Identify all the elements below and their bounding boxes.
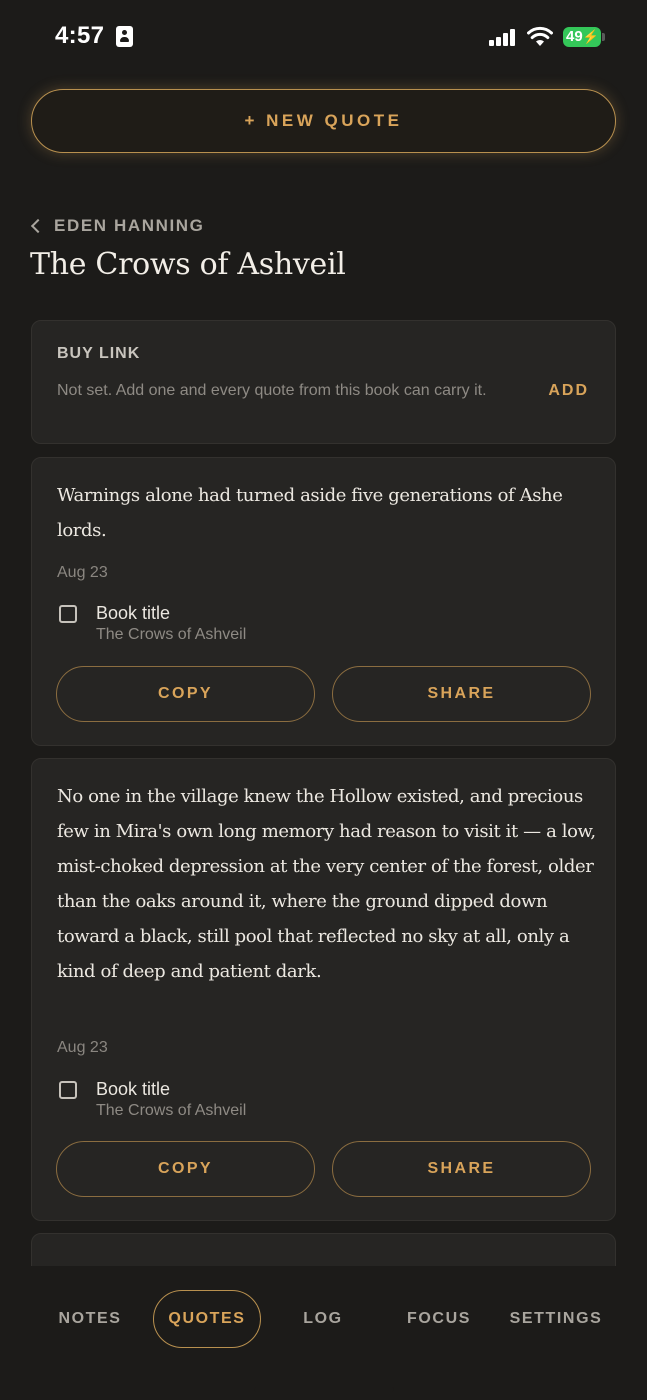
book-title-toggle[interactable]: Book title The Crows of Ashveil — [59, 602, 246, 646]
buy-link-card: BUY LINK Not set. Add one and every quot… — [31, 320, 616, 444]
buy-link-heading: BUY LINK — [57, 345, 141, 362]
signal-icon — [489, 29, 517, 46]
tab-notes[interactable]: NOTES — [44, 1290, 136, 1348]
tab-log[interactable]: LOG — [284, 1290, 362, 1348]
quote-card: Warnings alone had turned aside five gen… — [31, 457, 616, 746]
tab-focus[interactable]: FOCUS — [392, 1290, 486, 1348]
checkbox-sublabel: The Crows of Ashveil — [96, 1102, 247, 1119]
share-button[interactable]: SHARE — [332, 666, 591, 722]
checkbox-sublabel: The Crows of Ashveil — [96, 626, 247, 643]
breadcrumb-label: EDEN HANNING — [54, 216, 205, 235]
tab-settings[interactable]: SETTINGS — [502, 1290, 610, 1348]
chevron-left-icon — [30, 218, 46, 234]
quote-date: Aug 23 — [57, 1039, 108, 1056]
home-indicator — [253, 1387, 394, 1392]
quote-card: No one in the village knew the Hollow ex… — [31, 758, 616, 1221]
status-bar: 4:57 49⚡ — [0, 0, 647, 72]
quote-date: Aug 23 — [57, 564, 108, 581]
share-button[interactable]: SHARE — [332, 1141, 591, 1197]
book-title-checkbox[interactable] — [59, 605, 77, 623]
quote-text: No one in the village knew the Hollow ex… — [57, 786, 596, 982]
page-title: The Crows of Ashveil — [30, 247, 346, 282]
battery-icon: 49⚡ — [563, 27, 601, 47]
id-card-icon — [116, 26, 133, 47]
copy-button[interactable]: COPY — [56, 666, 315, 722]
wifi-icon — [527, 26, 553, 46]
add-buy-link-button[interactable]: ADD — [548, 382, 589, 400]
status-time: 4:57 — [55, 22, 105, 49]
checkbox-label: Book title — [96, 1079, 171, 1099]
quote-text: Warnings alone had turned aside five gen… — [57, 485, 563, 541]
breadcrumb-back[interactable]: EDEN HANNING — [30, 216, 205, 236]
tab-quotes[interactable]: QUOTES — [153, 1290, 261, 1348]
book-title-checkbox[interactable] — [59, 1081, 77, 1099]
battery-cap — [602, 33, 605, 41]
battery-level: 49 — [566, 28, 583, 45]
checkbox-label: Book title — [96, 603, 171, 623]
copy-button[interactable]: COPY — [56, 1141, 315, 1197]
new-quote-button[interactable]: + NEW QUOTE — [31, 89, 616, 153]
buy-link-description: Not set. Add one and every quote from th… — [57, 382, 487, 399]
book-title-toggle[interactable]: Book title The Crows of Ashveil — [59, 1078, 246, 1122]
